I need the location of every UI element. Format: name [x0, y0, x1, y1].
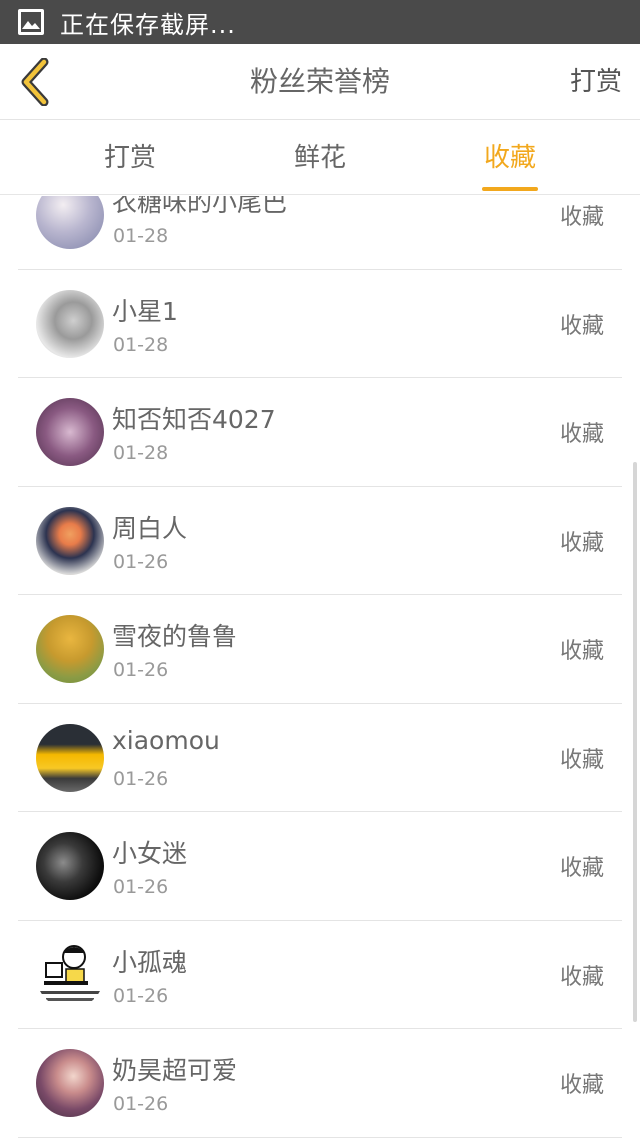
- fan-date: 01-26: [113, 550, 169, 573]
- gift-type: 收藏: [559, 530, 604, 556]
- fan-name: 奶昊超可爱: [112, 1056, 238, 1085]
- active-tab-indicator: [482, 187, 538, 191]
- fan-date: 01-26: [113, 1093, 169, 1115]
- fan-name: 衣糖味的小尾巴: [112, 196, 288, 217]
- list-item[interactable]: 知否知否4027 01-28 收藏: [18, 378, 622, 487]
- tab-label: 收藏: [483, 143, 536, 173]
- tab-flowers[interactable]: 鲜花: [260, 121, 380, 195]
- list-item[interactable]: 衣糖味的小尾巴 01-28 收藏: [18, 196, 622, 270]
- gift-type: 收藏: [559, 639, 604, 664]
- tab-reward[interactable]: 打赏: [70, 121, 190, 195]
- fan-name: 小女迷: [112, 839, 188, 868]
- list-item[interactable]: 小孤魂 01-26 收藏: [18, 921, 622, 1029]
- status-bar: 正在保存截屏...: [0, 0, 640, 44]
- gift-type: 收藏: [559, 964, 604, 990]
- fan-name: 周白人: [112, 513, 188, 543]
- chevron-left-icon: [21, 58, 49, 106]
- header: 粉丝荣誉榜 打赏: [0, 44, 640, 120]
- gift-type: 收藏: [559, 1073, 604, 1098]
- tab-favorites[interactable]: 收藏: [450, 121, 570, 195]
- tab-label: 鲜花: [293, 143, 346, 173]
- avatar: [36, 289, 104, 358]
- avatar: [36, 940, 104, 1009]
- avatar: [36, 1049, 104, 1117]
- avatar: [36, 196, 104, 249]
- gift-type: 收藏: [559, 856, 604, 881]
- fan-date: 01-28: [113, 225, 169, 247]
- scrollbar[interactable]: [633, 462, 637, 1022]
- screenshot-icon: [18, 9, 44, 35]
- gift-type: 收藏: [559, 422, 604, 447]
- page-title: 粉丝荣誉榜: [249, 65, 390, 98]
- list-item[interactable]: xiaomou 01-26 收藏: [18, 704, 622, 812]
- gift-type: 收藏: [559, 747, 604, 773]
- tab-bar: 打赏 鲜花 收藏: [0, 121, 640, 195]
- fan-list[interactable]: 衣糖味的小尾巴 01-28 收藏 小星1 01-28 收藏 知否知否4027 0…: [0, 196, 640, 1138]
- fan-date: 01-28: [113, 333, 169, 356]
- avatar: [36, 723, 104, 792]
- fan-name: 小孤魂: [112, 947, 188, 977]
- fan-name: 知否知否4027: [112, 405, 276, 434]
- fan-date: 01-26: [113, 767, 169, 790]
- fan-date: 01-26: [113, 984, 169, 1007]
- list-item[interactable]: 小女迷 01-26 收藏: [18, 812, 622, 921]
- list-item[interactable]: 小星1 01-28 收藏: [18, 270, 622, 378]
- avatar: [36, 615, 104, 683]
- list-item[interactable]: 周白人 01-26 收藏: [18, 487, 622, 595]
- avatar: [36, 506, 104, 575]
- gift-type: 收藏: [559, 205, 604, 230]
- back-button[interactable]: [10, 56, 62, 108]
- status-text: 正在保存截屏...: [60, 10, 236, 39]
- fan-date: 01-28: [113, 442, 169, 464]
- fan-name: 雪夜的鲁鲁: [112, 622, 238, 651]
- avatar: [36, 832, 104, 900]
- fan-name: 小星1: [112, 296, 178, 326]
- list-item[interactable]: 奶昊超可爱 01-26 收藏: [18, 1029, 622, 1138]
- fan-date: 01-26: [113, 659, 169, 681]
- gift-type: 收藏: [559, 313, 604, 339]
- fan-name: xiaomou: [112, 725, 220, 755]
- avatar: [36, 398, 104, 466]
- list-item[interactable]: 雪夜的鲁鲁 01-26 收藏: [18, 595, 622, 704]
- reward-button[interactable]: 打赏: [570, 44, 622, 120]
- tab-label: 打赏: [103, 143, 156, 173]
- fan-date: 01-26: [113, 876, 169, 898]
